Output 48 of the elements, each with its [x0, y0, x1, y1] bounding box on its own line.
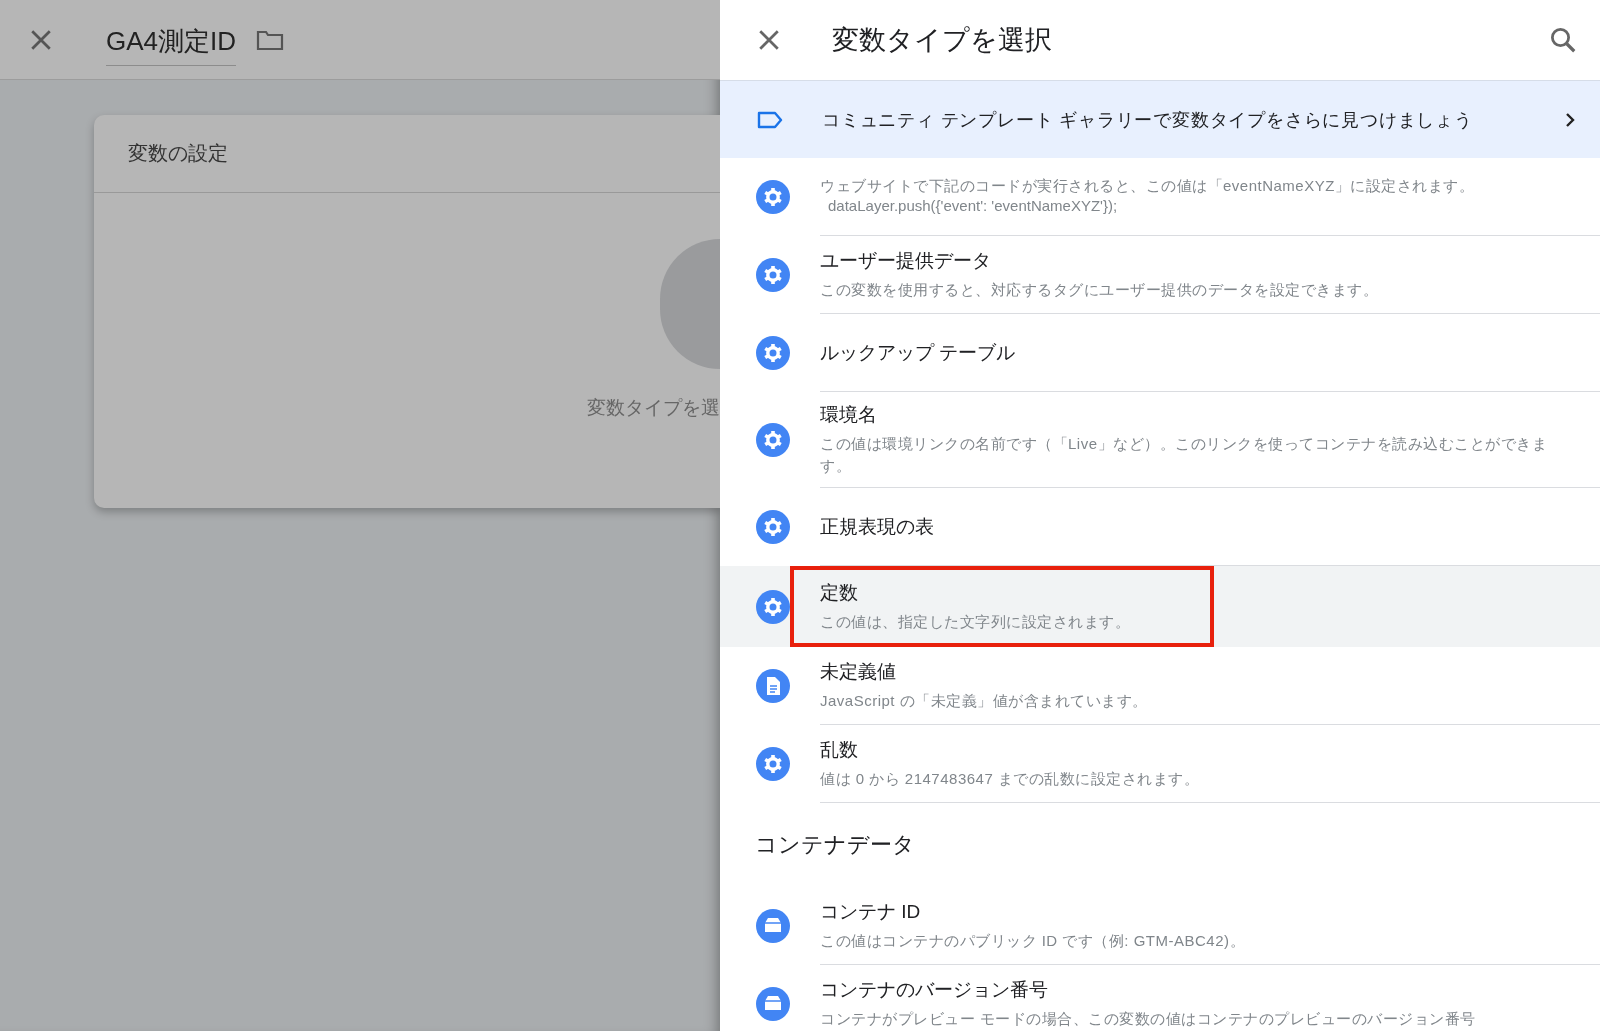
variable-type-item[interactable]: 環境名 この値は環境リンクの名前です（「Live」など）。このリンクを使ってコンテナを読み込むことができます。	[720, 392, 1600, 488]
item-description: この変数を使用すると、対応するタグにユーザー提供のデータを設定できます。	[820, 280, 1379, 300]
card-hint: 変数タイプを選	[587, 396, 720, 420]
item-title: ユーザー提供データ	[820, 249, 992, 273]
section-heading: コンテナデータ	[755, 831, 915, 859]
gear-icon	[756, 747, 790, 781]
gear-icon	[756, 589, 790, 624]
tray-icon	[756, 987, 790, 1021]
gear-icon	[756, 180, 790, 214]
tray-icon	[756, 909, 790, 943]
item-description: この値はコンテナのパブリック ID です（例: GTM-ABC42)。	[820, 931, 1246, 951]
gear-icon	[756, 423, 790, 457]
variable-type-item[interactable]: ユーザー提供データ この変数を使用すると、対応するタグにユーザー提供のデータを設定できます。	[720, 236, 1600, 314]
gear-icon	[756, 510, 790, 544]
variable-name-field[interactable]: GA4測定ID	[106, 13, 237, 66]
item-title: 定数	[820, 581, 859, 605]
item-title: 乱数	[820, 738, 859, 762]
document-icon	[756, 669, 790, 703]
variable-type-item[interactable]: コンテナのバージョン番号 コンテナがプレビュー モードの場合、この変数の値はコンテナのプレビューのバージョン番号	[720, 965, 1600, 1031]
variable-type-item[interactable]: 定数 この値は、指定した文字列に設定されます。	[720, 566, 1600, 647]
item-description: 値は 0 から 2147483647 までの乱数に設定されます。	[820, 769, 1201, 789]
folder-icon[interactable]	[256, 28, 285, 51]
item-title: コンテナ ID	[820, 900, 922, 924]
variable-type-item[interactable]: ルックアップ テーブル	[720, 314, 1600, 392]
card-title: 変数の設定	[128, 141, 228, 166]
search-icon[interactable]	[1548, 25, 1578, 55]
item-title: 環境名	[820, 403, 878, 427]
variable-type-item[interactable]: 未定義値 JavaScript の「未定義」値が含まれています。	[720, 647, 1600, 725]
variable-type-item[interactable]: 乱数 値は 0 から 2147483647 までの乱数に設定されます。	[720, 725, 1600, 803]
panel-title: 変数タイプを選択	[832, 24, 1053, 57]
item-description: コンテナがプレビュー モードの場合、この変数の値はコンテナのプレビューのバージョン番号	[820, 1009, 1477, 1029]
item-description: この値は環境リンクの名前です（「Live」など）。このリンクを使ってコンテナを読み込むことができます。	[820, 434, 1549, 476]
item-title: コンテナのバージョン番号	[820, 978, 1049, 1002]
item-description: ウェブサイトで下記のコードが実行されると、この値は「eventNameXYZ」に設定されます。	[820, 175, 1476, 196]
tag-icon	[756, 109, 784, 130]
item-title: ルックアップ テーブル	[820, 340, 1017, 365]
variable-type-item[interactable]: ウェブサイトで下記のコードが実行されると、この値は「eventNameXYZ」に設定されます。 dataLayer.push({'event': 'eventNameXYZ'});	[720, 158, 1600, 236]
banner-text: コミュニティ テンプレート ギャラリーで変数タイプをさらに見つけましょう	[822, 108, 1474, 132]
gear-icon	[756, 258, 790, 292]
item-title: 正規表現の表	[820, 514, 935, 539]
item-description: この値は、指定した文字列に設定されます。	[820, 612, 1131, 632]
gallery-banner[interactable]: コミュニティ テンプレート ギャラリーで変数タイプをさらに見つけましょう	[720, 80, 1600, 158]
chevron-right-icon	[1564, 111, 1576, 128]
variable-type-item[interactable]: コンテナ ID この値はコンテナのパブリック ID です（例: GTM-ABC42)。	[720, 887, 1600, 965]
gear-icon	[756, 336, 790, 370]
code-snippet: dataLayer.push({'event': 'eventNameXYZ'});	[827, 196, 1119, 214]
item-title: 未定義値	[820, 660, 897, 684]
item-description: JavaScript の「未定義」値が含まれています。	[820, 691, 1149, 711]
